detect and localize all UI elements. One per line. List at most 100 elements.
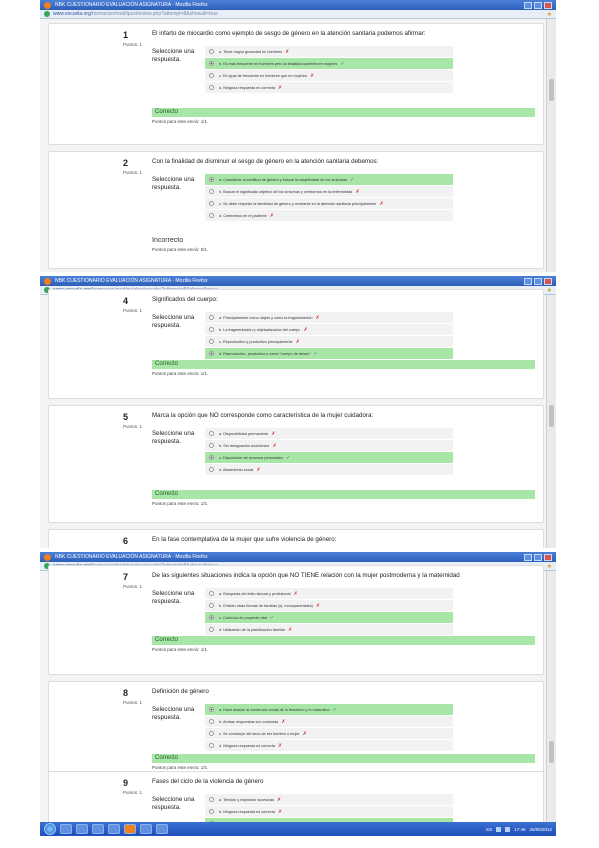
radio-button[interactable]: [209, 189, 214, 194]
radio-button[interactable]: [209, 61, 214, 66]
option-text: a. Principalmente como objeto y como la …: [219, 315, 313, 320]
word-icon[interactable]: [140, 824, 152, 834]
answer-option[interactable]: a. Hace alusión al constructo social de …: [205, 704, 453, 715]
answer-option[interactable]: a. Búsqueda del éxito laboral y profesio…: [205, 588, 453, 599]
answer-option[interactable]: c. Es igual de frecuente en hombres que …: [205, 70, 453, 81]
scrollbar[interactable]: [546, 19, 556, 272]
close-button[interactable]: [544, 1, 552, 9]
result-correct: Correcto: [152, 108, 535, 117]
close-button[interactable]: [544, 553, 552, 561]
minimize-button[interactable]: [524, 277, 532, 285]
radio-button[interactable]: [209, 201, 214, 206]
radio-button[interactable]: [209, 707, 214, 712]
answer-option[interactable]: d. Aislamiento social ✗: [205, 464, 453, 475]
answer-option[interactable]: c. Reproductivo y productivo principalme…: [205, 336, 453, 347]
answer-option[interactable]: d. Utilización de la planificación famil…: [205, 624, 453, 635]
scrollbar-thumb[interactable]: [549, 405, 554, 427]
ie-icon[interactable]: [60, 824, 72, 834]
radio-button[interactable]: [209, 455, 214, 460]
question-number: 8: [123, 688, 129, 698]
paint-icon[interactable]: [156, 824, 168, 834]
bookmark-star-icon[interactable]: ★: [547, 11, 552, 18]
radio-button[interactable]: [209, 339, 214, 344]
answer-option[interactable]: a. Tensión y explosión sucesivas ✗: [205, 794, 453, 805]
address-bar[interactable]: www.escuela.org/formacion/mod/quiz/revie…: [40, 10, 556, 19]
answer-option[interactable]: b. Buscar el significado objetivo de los…: [205, 186, 453, 197]
radio-button[interactable]: [209, 603, 214, 608]
cross-icon: ✗: [272, 442, 277, 449]
folder-icon[interactable]: [76, 824, 88, 834]
answer-option[interactable]: a. Principalmente como objeto y como la …: [205, 312, 453, 323]
answer-option[interactable]: c. Carencia de proyecto vital ✓: [205, 612, 453, 623]
window-controls: [524, 553, 552, 561]
radio-button[interactable]: [209, 615, 214, 620]
radio-button[interactable]: [209, 327, 214, 332]
cross-icon: ✗: [315, 602, 321, 609]
answer-option[interactable]: a. Considerar la similitud de género y b…: [205, 174, 453, 185]
answer-option[interactable]: c. Disposición de recursos personales ✓: [205, 452, 453, 463]
scrollbar[interactable]: [546, 571, 556, 822]
radio-button[interactable]: [209, 213, 214, 218]
start-button[interactable]: [44, 823, 56, 835]
firefox-taskbar-icon[interactable]: [124, 824, 136, 834]
radio-button[interactable]: [209, 731, 214, 736]
radio-button[interactable]: [209, 627, 214, 632]
radio-button[interactable]: [209, 351, 214, 356]
maximize-button[interactable]: [534, 1, 542, 9]
radio-button[interactable]: [209, 73, 214, 78]
media-player-icon[interactable]: [92, 824, 104, 834]
clock-time[interactable]: 17:46: [514, 827, 525, 832]
answer-option[interactable]: d. Reproductivo, productivo y como "cuer…: [205, 348, 453, 359]
page-content: 1 Puntos: 1 El infarto de miocardio como e…: [48, 19, 544, 272]
app-icon[interactable]: [108, 824, 120, 834]
window-controls: [524, 1, 552, 9]
radio-button[interactable]: [209, 591, 214, 596]
answer-option[interactable]: b. La fragmentación y objetualización de…: [205, 324, 453, 335]
radio-button[interactable]: [209, 315, 214, 320]
option-text: d. Ninguna respuesta es correcta: [219, 85, 275, 90]
scrollbar-thumb[interactable]: [549, 741, 554, 763]
radio-button[interactable]: [209, 177, 214, 182]
radio-button[interactable]: [209, 467, 214, 472]
answer-option[interactable]: b. Es más frecuente en hombres pero la l…: [205, 58, 453, 69]
maximize-button[interactable]: [534, 277, 542, 285]
radio-button[interactable]: [209, 85, 214, 90]
answer-option[interactable]: b. Ninguna respuesta es correcta ✗: [205, 806, 453, 817]
maximize-button[interactable]: [534, 553, 542, 561]
answer-options: a. Principalmente como objeto y como la …: [205, 312, 453, 360]
volume-icon[interactable]: [505, 826, 511, 832]
minimize-button[interactable]: [524, 553, 532, 561]
radio-button[interactable]: [209, 431, 214, 436]
cross-icon: ✗: [285, 48, 290, 55]
answer-option[interactable]: a. Disponibilidad permanente ✗: [205, 428, 453, 439]
bookmark-star-icon[interactable]: ★: [547, 287, 552, 294]
radio-button[interactable]: [209, 49, 214, 54]
radio-button[interactable]: [209, 719, 214, 724]
radio-button[interactable]: [209, 443, 214, 448]
answer-option[interactable]: d. Centrarnos en el paciente ✗: [205, 210, 453, 221]
window-title: NBK CUESTIONARIO EVALUACIÓN ASIGNATURA -…: [55, 278, 208, 284]
answer-option[interactable]: a. Tiene mayor gravedad en hombres ✗: [205, 46, 453, 57]
bookmark-star-icon[interactable]: ★: [547, 563, 552, 570]
url-text[interactable]: www.escuela.org/formacion/mod/quiz/revie…: [53, 11, 218, 17]
close-button[interactable]: [544, 277, 552, 285]
answer-option[interactable]: c. Se construye del sexo de ser hombre o…: [205, 728, 453, 739]
answer-option[interactable]: d. Ninguna respuesta es correcta ✗: [205, 740, 453, 751]
scrollbar-thumb[interactable]: [549, 79, 554, 101]
scrollbar[interactable]: [546, 295, 556, 548]
network-icon[interactable]: [496, 826, 502, 832]
answer-option[interactable]: c. Se debe respetar la identidad de géne…: [205, 198, 453, 209]
answer-prompt: Seleccione una respuesta.: [152, 706, 195, 721]
radio-button[interactable]: [209, 743, 214, 748]
answer-option[interactable]: b. Existen otras formas de familias (ej.…: [205, 600, 453, 611]
answer-option[interactable]: b. Ambas respuestas son correctas ✗: [205, 716, 453, 727]
clock-date: 26/05/2012: [529, 826, 552, 832]
minimize-button[interactable]: [524, 1, 532, 9]
radio-button[interactable]: [209, 797, 214, 802]
radio-button[interactable]: [209, 809, 214, 814]
result-incorrect: Incorrecto: [152, 237, 184, 244]
option-text: a. Considerar la similitud de género y b…: [219, 177, 347, 182]
language-indicator[interactable]: ES: [486, 827, 492, 832]
answer-option[interactable]: b. Sin designación económica ✗: [205, 440, 453, 451]
answer-option[interactable]: d. Ninguna respuesta es correcta ✗: [205, 82, 453, 93]
